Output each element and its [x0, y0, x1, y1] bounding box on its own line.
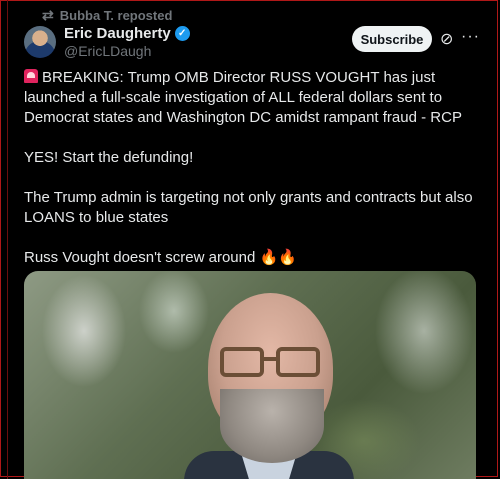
- divider-line: [7, 0, 8, 479]
- repost-indicator[interactable]: ⇄ Bubba T. reposted: [42, 7, 172, 24]
- post-line-1: BREAKING: Trump OMB Director RUSS VOUGHT…: [24, 69, 462, 126]
- post-text: BREAKING: Trump OMB Director RUSS VOUGHT…: [24, 68, 479, 288]
- siren-icon: [24, 69, 38, 83]
- post-photo[interactable]: [24, 271, 476, 479]
- fire-emoji: 🔥🔥: [259, 249, 297, 266]
- post-paragraph-3: The Trump admin is targeting not only gr…: [24, 189, 477, 226]
- repost-icon: ⇄: [42, 7, 54, 23]
- grok-icon[interactable]: ⊘: [440, 29, 453, 49]
- beard: [220, 389, 324, 463]
- subscribe-button[interactable]: Subscribe: [352, 26, 432, 52]
- author-name-text[interactable]: Eric Daugherty: [64, 25, 171, 42]
- repost-label: Bubba T. reposted: [59, 8, 173, 23]
- post-paragraph-2: YES! Start the defunding!: [24, 149, 194, 166]
- author-name[interactable]: Eric Daugherty ✓: [64, 25, 190, 42]
- post-paragraph-1: BREAKING: Trump OMB Director RUSS VOUGHT…: [24, 68, 479, 128]
- more-icon[interactable]: ···: [461, 28, 480, 46]
- avatar[interactable]: [24, 26, 56, 58]
- post-paragraph-4: Russ Vought doesn't screw around 🔥🔥: [24, 248, 479, 268]
- glasses-icon: [220, 347, 320, 377]
- verified-badge-icon: ✓: [174, 26, 190, 41]
- author-handle[interactable]: @EricLDaugh: [64, 43, 151, 59]
- post-line-4: Russ Vought doesn't screw around: [24, 249, 256, 266]
